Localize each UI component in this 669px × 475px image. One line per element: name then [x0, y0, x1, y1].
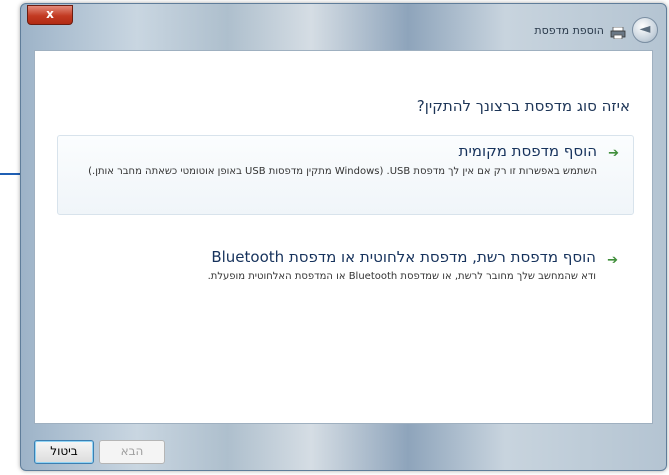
- back-button[interactable]: ◄: [632, 17, 658, 43]
- dialog-content: איזה סוג מדפסת ברצונך להתקין? ➔ הוסף מדפ…: [34, 50, 653, 424]
- title-area: הוספת מדפסת ◄: [534, 17, 658, 43]
- option-title: הוסף מדפסת מקומית: [458, 142, 597, 160]
- window-title: הוספת מדפסת: [534, 23, 604, 37]
- option-network-printer[interactable]: ➔ הוסף מדפסת רשת, מדפסת אלחוטית או מדפסת…: [57, 246, 632, 306]
- next-button[interactable]: הבא: [99, 440, 165, 464]
- option-description: ודא שהמחשב שלך מחובר לרשת, או שמדפסת Blu…: [207, 271, 596, 282]
- printer-icon: [610, 24, 626, 40]
- page-heading: איזה סוג מדפסת ברצונך להתקין?: [416, 97, 630, 115]
- dialog-footer: ביטול הבא: [21, 422, 666, 470]
- green-arrow-icon: ➔: [607, 253, 618, 268]
- option-local-printer[interactable]: ➔ הוסף מדפסת מקומית השתמש באפשרות זו רק …: [57, 135, 634, 215]
- option-title: הוסף מדפסת רשת, מדפסת אלחוטית או מדפסת B…: [211, 248, 596, 266]
- title-bar: x הוספת מדפסת ◄: [21, 4, 666, 50]
- cancel-button[interactable]: ביטול: [34, 440, 94, 464]
- option-description: השתמש באפשרות זו רק אם אין לך מדפסת USB.…: [88, 166, 597, 177]
- close-button[interactable]: x: [27, 5, 73, 25]
- add-printer-dialog: x הוספת מדפסת ◄ איזה סוג מדפסת ברצונך לה…: [20, 3, 667, 471]
- green-arrow-icon: ➔: [608, 146, 619, 161]
- back-arrow-icon: ◄: [639, 21, 651, 37]
